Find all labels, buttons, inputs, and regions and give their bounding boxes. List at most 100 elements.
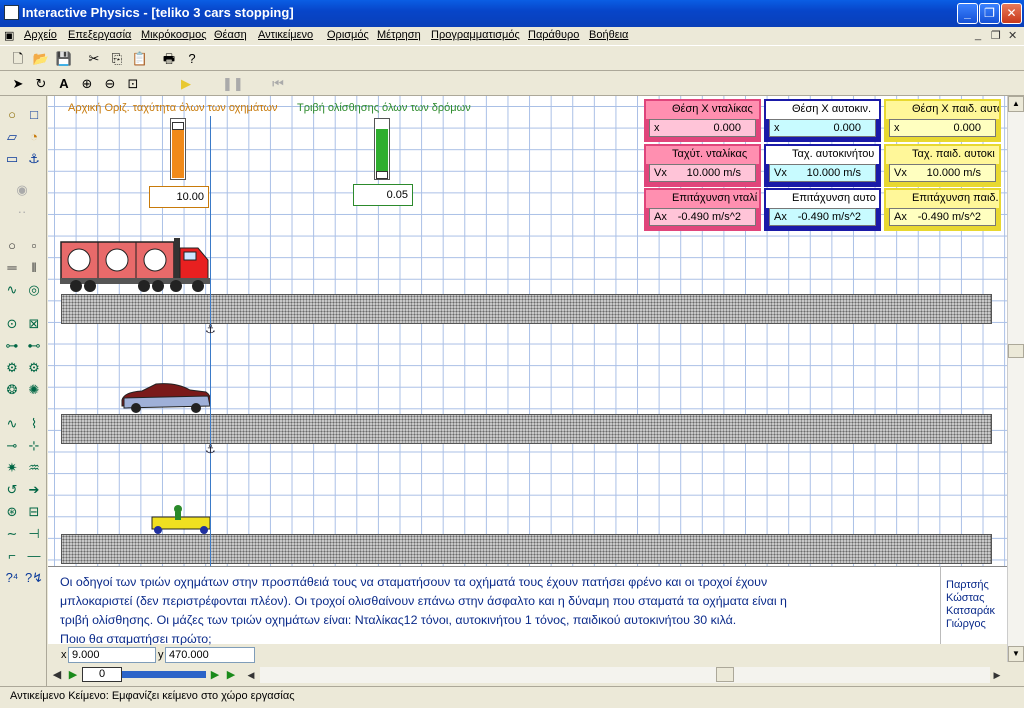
meter-2[interactable]: ⇨Θέση Χ παιδ. αυτοx0.000 bbox=[884, 99, 1001, 142]
curve-tool-icon[interactable]: ◔ bbox=[24, 127, 44, 147]
step-back-icon[interactable]: ◀ bbox=[50, 665, 64, 683]
arrow-tool-icon[interactable]: ➤ bbox=[8, 74, 28, 94]
menu-help[interactable]: Βοήθεια bbox=[589, 29, 628, 41]
gear-icon[interactable]: ✷ bbox=[2, 458, 22, 478]
maximize-button[interactable]: ❐ bbox=[979, 3, 1000, 24]
zoom-in-icon[interactable]: ⊕ bbox=[77, 74, 97, 94]
rope-icon[interactable]: ∿ bbox=[2, 414, 22, 434]
road-1[interactable] bbox=[61, 294, 992, 324]
kid-car-vehicle[interactable] bbox=[150, 501, 214, 535]
scroll-up-icon[interactable]: ▲ bbox=[1008, 96, 1024, 112]
force-icon[interactable]: ➔ bbox=[24, 480, 44, 500]
actuator-icon[interactable]: ⚙ bbox=[24, 358, 44, 378]
meter-7[interactable]: ⇨Επιτάχυνση αυτοAx-0.490 m/s^2 bbox=[764, 188, 881, 231]
rotational-spring-icon[interactable]: ✺ bbox=[24, 380, 44, 400]
menu-script[interactable]: Προγραμματισμός bbox=[431, 29, 520, 41]
meter-3[interactable]: ⇨Ταχύτ. νταλίκαςVx10.000 m/s bbox=[644, 144, 761, 187]
scroll-right-icon[interactable]: ▶ bbox=[990, 665, 1004, 683]
horizontal-scrollbar[interactable] bbox=[260, 667, 990, 683]
new-file-icon[interactable]: 🗋 bbox=[8, 49, 28, 69]
line-icon[interactable]: — bbox=[24, 546, 44, 566]
zoom-out-icon[interactable]: ⊖ bbox=[100, 74, 120, 94]
menu-file[interactable]: Αρχείο bbox=[24, 29, 57, 41]
doc-icon[interactable]: ▣ bbox=[4, 29, 14, 42]
meter-0[interactable]: ⇨Θέση Χ νταλίκαςx0.000 bbox=[644, 99, 761, 142]
scroll-thumb[interactable] bbox=[1008, 344, 1024, 358]
spring-icon[interactable]: ⌇ bbox=[24, 414, 44, 434]
car-vehicle[interactable] bbox=[120, 382, 212, 414]
pause-icon[interactable]: ❚❚ bbox=[222, 74, 244, 94]
menu-measure[interactable]: Μέτρηση bbox=[377, 29, 421, 41]
mdi-minimize-icon[interactable]: _ bbox=[975, 29, 981, 41]
play-forward-icon[interactable]: ▶ bbox=[66, 665, 80, 683]
road-2[interactable] bbox=[61, 414, 992, 444]
mdi-close-icon[interactable]: ✕ bbox=[1008, 29, 1017, 42]
keyed-slot-icon[interactable]: ⊷ bbox=[24, 336, 44, 356]
reset-icon[interactable]: ⏮ bbox=[268, 74, 288, 94]
square-point-icon[interactable]: ▫ bbox=[24, 236, 44, 256]
menu-define[interactable]: Ορισμός bbox=[327, 29, 369, 41]
slot-joint-icon[interactable]: ⊶ bbox=[2, 336, 22, 356]
frame-counter[interactable]: 0 bbox=[82, 667, 122, 682]
slot-vertical-icon[interactable]: ‖ bbox=[24, 258, 44, 278]
menu-view[interactable]: Θέαση bbox=[214, 29, 247, 41]
pin-joint-icon[interactable]: ⊙ bbox=[2, 314, 22, 334]
menu-window[interactable]: Παράθυρο bbox=[528, 29, 579, 41]
friction-slider-knob[interactable] bbox=[376, 171, 388, 179]
print-icon[interactable]: 🖶 bbox=[159, 49, 179, 69]
torque-icon[interactable]: ↺ bbox=[2, 480, 22, 500]
friction-value-field[interactable]: 0.05 bbox=[353, 184, 413, 206]
friction-slider[interactable] bbox=[374, 118, 390, 180]
menu-world[interactable]: Μικρόκοσμος bbox=[141, 29, 207, 41]
open-folder-icon[interactable]: 📂 bbox=[31, 49, 51, 69]
circle-tool-icon[interactable]: ○ bbox=[2, 105, 22, 125]
end-icon[interactable]: ▶ bbox=[224, 665, 238, 683]
speed-slider[interactable] bbox=[170, 118, 186, 180]
split-tool-icon[interactable]: ·· bbox=[12, 202, 32, 222]
control-icon[interactable]: ?⁴ bbox=[2, 568, 22, 588]
square-tool-icon[interactable]: ▭ bbox=[2, 149, 22, 169]
slot-curve-icon[interactable]: ⌐ bbox=[2, 546, 22, 566]
paste-icon[interactable]: 📋 bbox=[130, 49, 150, 69]
scroll-down-icon[interactable]: ▼ bbox=[1008, 646, 1024, 662]
truck-vehicle[interactable] bbox=[60, 234, 212, 296]
minimize-button[interactable]: _ bbox=[957, 3, 978, 24]
separator-icon[interactable]: ♒ bbox=[24, 458, 44, 478]
meter-4[interactable]: ⇨Ταχ. αυτοκινήτουVx10.000 m/s bbox=[764, 144, 881, 187]
rotational-damper-icon[interactable]: ⊛ bbox=[2, 502, 22, 522]
speed-value-field[interactable]: 10.00 bbox=[149, 186, 209, 208]
scroll-left-icon[interactable]: ◀ bbox=[244, 665, 258, 683]
rod-icon[interactable]: ⊣ bbox=[24, 524, 44, 544]
description-text-box[interactable]: Οι οδηγοί των τριών οχημάτων στην προσπά… bbox=[48, 566, 940, 646]
anchor-icon[interactable]: ⚓ bbox=[205, 442, 216, 456]
x-coordinate-field[interactable]: 9.000 bbox=[68, 647, 156, 663]
save-icon[interactable]: 💾 bbox=[54, 49, 74, 69]
copy-icon[interactable]: ⎘ bbox=[107, 49, 127, 69]
slot-horizontal-icon[interactable]: ═ bbox=[2, 258, 22, 278]
meter-5[interactable]: ⇨Ταχ. παιδ. αυτοκιVx10.000 m/s bbox=[884, 144, 1001, 187]
text-tool-icon[interactable]: A bbox=[54, 74, 74, 94]
rotational-motor-icon[interactable]: ❂ bbox=[2, 380, 22, 400]
anchor-icon[interactable]: ⚓ bbox=[205, 322, 216, 336]
horizontal-scroll-thumb[interactable] bbox=[716, 667, 734, 682]
close-button[interactable]: ✕ bbox=[1001, 3, 1022, 24]
tape-track[interactable] bbox=[122, 671, 206, 678]
mdi-restore-icon[interactable]: ❐ bbox=[991, 29, 1001, 42]
workspace-canvas[interactable]: Αρχική Οριζ. ταχύτητα όλων των οχημάτων … bbox=[48, 96, 1007, 566]
rotate-tool-icon[interactable]: ↻ bbox=[31, 74, 51, 94]
script-icon[interactable]: ?↯ bbox=[24, 568, 44, 588]
point-element-icon[interactable]: ○ bbox=[2, 236, 22, 256]
meter-6[interactable]: ⇨Επιτάχυνση νταλίAx-0.490 m/s^2 bbox=[644, 188, 761, 231]
help-icon[interactable]: ? bbox=[182, 49, 202, 69]
closed-slot-icon[interactable]: ◎ bbox=[24, 280, 44, 300]
polygon-tool-icon[interactable]: ▱ bbox=[2, 127, 22, 147]
zoom-fit-icon[interactable]: ⊡ bbox=[123, 74, 143, 94]
menu-object[interactable]: Αντικείμενο bbox=[258, 29, 313, 41]
point-tool-icon[interactable]: ◉ bbox=[12, 180, 32, 200]
run-icon[interactable]: ▶ bbox=[176, 74, 196, 94]
meter-8[interactable]: ⇨Επιτάχυνση παιδ.Ax-0.490 m/s^2 bbox=[884, 188, 1001, 231]
menu-edit[interactable]: Επεξεργασία bbox=[68, 29, 131, 41]
cut-icon[interactable]: ✂ bbox=[84, 49, 104, 69]
author-text-box[interactable]: Παρτσής Κώστας Κατσαράκ Γιώργος bbox=[940, 566, 1007, 644]
linear-damper-icon[interactable]: ⊟ bbox=[24, 502, 44, 522]
